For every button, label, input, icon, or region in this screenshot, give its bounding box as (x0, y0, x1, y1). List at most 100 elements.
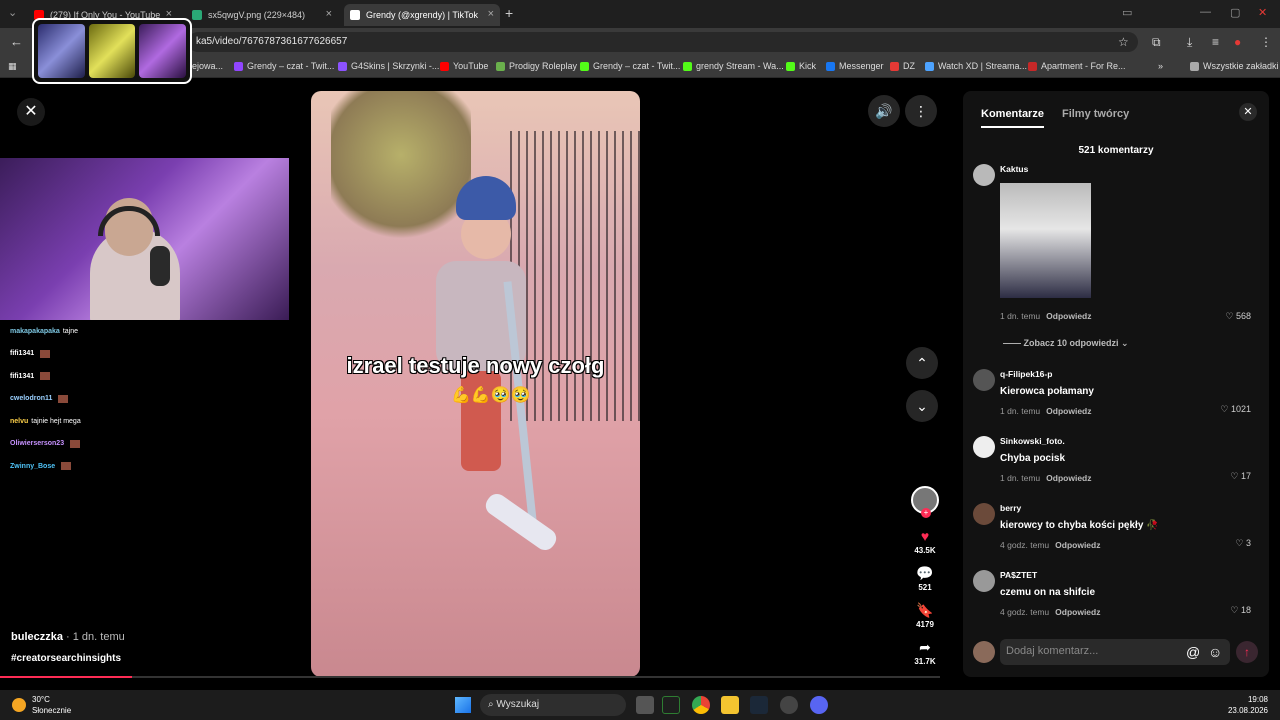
emote (58, 394, 69, 403)
extensions-icon[interactable]: ⧉ (1152, 35, 1161, 50)
comment-like[interactable]: ♡ 17 (1230, 471, 1251, 482)
steam-icon[interactable] (750, 696, 768, 714)
bookmarks-bar: ▦ ejowa... Grendy – czat - Twit... G4Ski… (0, 56, 1280, 78)
bookmark[interactable]: G4Skins | Skrzynki -... (338, 61, 439, 71)
tab-label: sx5qwgV.png (229×484) (208, 10, 305, 20)
app-icon[interactable] (780, 696, 798, 714)
comment-like[interactable]: ♡ 3 (1235, 538, 1251, 549)
emoji-icon[interactable]: ☺ (1208, 644, 1222, 660)
close-video-button[interactable]: ✕ (17, 98, 45, 126)
comment-item: q-Filipek16-p Kierowca połamany 1 dn. te… (973, 369, 1263, 419)
all-bookmarks[interactable]: Wszystkie zakładki (1190, 61, 1279, 71)
chat-line: Oliwierserson23 (6, 433, 206, 456)
close-window-icon[interactable]: ✕ (1258, 6, 1267, 19)
sun-icon (12, 698, 26, 712)
taskbar-search[interactable]: ⌕ Wyszukaj (480, 694, 626, 716)
back-icon[interactable]: ← (10, 34, 23, 49)
bookmark[interactable]: Watch XD | Streama... (925, 61, 1027, 71)
address-field[interactable]: ka5/video/7676787361677626657 (188, 32, 1138, 52)
comment-button[interactable]: 💬 521 (905, 565, 945, 592)
tab-tiktok[interactable]: Grendy (@xgrendy) | TikTok × (344, 4, 500, 26)
avatar[interactable] (973, 164, 995, 186)
heart-icon: ♥ (920, 528, 930, 544)
next-video-button[interactable]: ⌄ (906, 390, 938, 422)
tab-creator-videos[interactable]: Filmy twórcy (1062, 108, 1129, 128)
comments-panel: Komentarze Filmy twórcy ✕ 521 komentarzy… (963, 91, 1269, 677)
reply-button[interactable]: Odpowiedz (1046, 311, 1091, 321)
comment-like[interactable]: ♡ 1021 (1220, 404, 1251, 415)
bookmark[interactable]: Messenger (826, 61, 884, 71)
bookmark[interactable]: Grendy – czat - Twit... (234, 61, 334, 71)
close-panel-icon[interactable]: ✕ (1239, 103, 1257, 121)
reply-button[interactable]: Odpowiedz (1046, 406, 1091, 416)
bookmark[interactable]: Grendy – czat - Twit... (580, 61, 680, 71)
avatar[interactable] (973, 503, 995, 525)
video-progress-bar[interactable] (0, 676, 940, 678)
reply-button[interactable]: Odpowiedz (1046, 473, 1091, 483)
new-tab-button[interactable]: + (505, 5, 513, 21)
system-clock[interactable]: 19:08 23.08.2026 (1228, 694, 1268, 716)
tab-label: Grendy (@xgrendy) | TikTok (366, 10, 479, 20)
chat-line: Zwinny_Bose (6, 455, 206, 478)
terminal-icon[interactable] (662, 696, 680, 714)
comment-like[interactable]: ♡ 568 (1225, 311, 1251, 322)
emote (40, 372, 51, 381)
bookmark[interactable]: grendy Stream - Wa... (683, 61, 784, 71)
file-explorer-icon[interactable] (721, 696, 739, 714)
discord-icon[interactable] (810, 696, 828, 714)
bookmark[interactable]: Prodigy Roleplay (496, 61, 577, 71)
tab-search-icon[interactable]: ⌄ (8, 6, 17, 19)
bookmark[interactable]: Kick (786, 61, 816, 71)
video-player[interactable]: izrael testuje nowy czołg 💪💪🥹🥹 (311, 91, 640, 677)
action-bar: + ♥ 43.5K 💬 521 🔖 4179 ➦ 31.7K (905, 486, 945, 666)
creator-avatar[interactable]: + (911, 486, 939, 518)
volume-icon[interactable]: 🔊 (868, 95, 900, 127)
video-caption: izrael testuje nowy czołg (346, 353, 605, 378)
close-icon[interactable]: × (326, 8, 332, 20)
emote (40, 349, 51, 358)
bookmark[interactable]: DZ (890, 61, 915, 71)
share-button[interactable]: ➦ 31.7K (905, 639, 945, 666)
preview-thumbnail (38, 24, 85, 78)
menu-icon[interactable]: ⋮ (1260, 35, 1272, 49)
video-hashtag[interactable]: #creatorsearchinsights (11, 653, 121, 664)
send-arrow-icon[interactable]: ↑ (1236, 641, 1258, 663)
bookmark[interactable]: ejowa... (192, 61, 223, 71)
like-button[interactable]: ♥ 43.5K (905, 528, 945, 555)
bookmark[interactable]: Apartment - For Re... (1028, 61, 1126, 71)
comment-like[interactable]: ♡ 18 (1230, 605, 1251, 616)
download-icon[interactable]: ⤓ (1187, 35, 1192, 50)
tab-image[interactable]: sx5qwgV.png (229×484) × (186, 4, 338, 26)
bookmark-star-icon[interactable]: ☆ (1118, 35, 1129, 49)
bookmark[interactable]: YouTube (440, 61, 488, 71)
task-view-icon[interactable] (636, 696, 654, 714)
profile-icon[interactable]: ● (1234, 35, 1241, 49)
close-icon[interactable]: × (488, 8, 494, 20)
more-options-icon[interactable]: ⋮ (905, 95, 937, 127)
emote (61, 462, 72, 471)
chrome-icon[interactable] (692, 696, 710, 714)
save-button[interactable]: 🔖 4179 (905, 602, 945, 629)
tab-actions-icon[interactable]: ▭ (1122, 6, 1132, 19)
avatar[interactable] (973, 436, 995, 458)
minimize-icon[interactable]: — (1200, 6, 1211, 18)
avatar[interactable] (973, 570, 995, 592)
media-icon[interactable]: ≡ (1212, 35, 1219, 49)
share-icon: ➦ (919, 639, 931, 655)
avatar[interactable] (973, 369, 995, 391)
mention-icon[interactable]: @ (1186, 644, 1200, 660)
video-author[interactable]: buleczzka · 1 dn. temu (11, 631, 125, 643)
microphone (150, 246, 170, 286)
previous-video-button[interactable]: ⌃ (906, 347, 938, 379)
bookmarks-overflow-icon[interactable]: » (1158, 61, 1163, 71)
windows-start-icon[interactable] (455, 697, 471, 713)
see-replies-button[interactable]: —— Zobacz 10 odpowiedzi ⌄ (1003, 338, 1129, 349)
apps-icon[interactable]: ▦ (8, 61, 17, 72)
follow-plus-icon[interactable]: + (921, 508, 931, 518)
comment-image[interactable] (1000, 183, 1091, 298)
maximize-icon[interactable]: ▢ (1230, 6, 1240, 19)
reply-button[interactable]: Odpowiedz (1055, 540, 1100, 550)
weather-widget[interactable]: 30°C Słonecznie (12, 694, 71, 716)
reply-button[interactable]: Odpowiedz (1055, 607, 1100, 617)
tab-comments[interactable]: Komentarze (981, 108, 1044, 128)
